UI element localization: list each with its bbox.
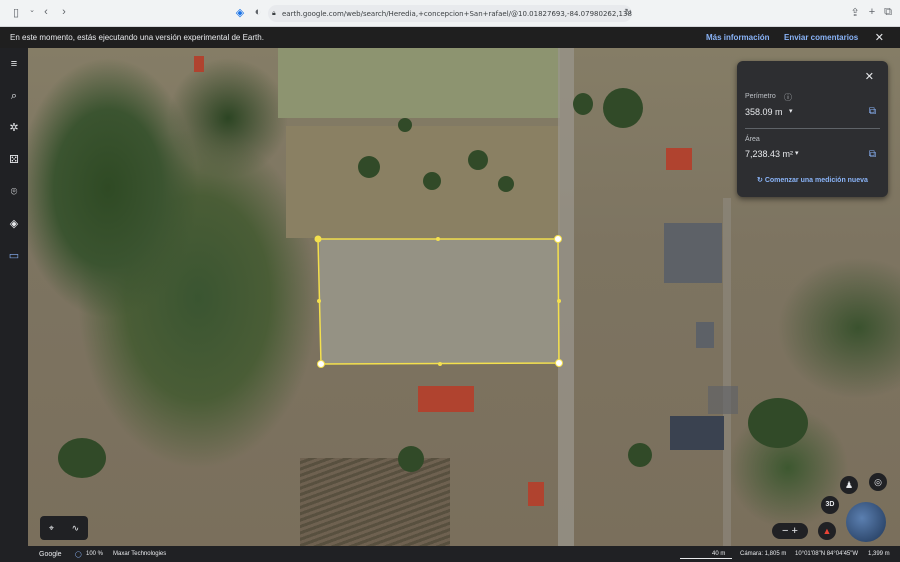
measure-icon[interactable]: ▭ [6, 248, 22, 264]
compass-icon[interactable]: ▲ [818, 522, 836, 540]
area-value: 7,238.43 m² [745, 149, 794, 159]
measurement-panel: ✕ Perímetro ⓘ 358.09 m ▾ ⧉ Área 7,238.43… [737, 61, 888, 197]
google-logo: Google [39, 550, 62, 558]
vertex-handle[interactable] [314, 235, 322, 243]
my-location-icon[interactable]: ◎ [869, 473, 887, 491]
notice-text: En este momento, estás ejecutando una ve… [10, 33, 264, 42]
projects-icon[interactable]: ⌾ [6, 184, 22, 200]
lock-icon: 🔒︎ [272, 9, 276, 17]
new-measurement-button[interactable]: ↻ Comenzar una medición nueva [757, 176, 868, 184]
zoom-controls[interactable]: − + [772, 523, 808, 539]
coordinates: 10°01'08"N 84°04'45"W [795, 551, 859, 557]
elevation: 1,399 m [868, 551, 890, 557]
vertex-handle[interactable] [555, 359, 563, 367]
send-feedback-link[interactable]: Enviar comentarios [784, 33, 858, 42]
place-marker-icon[interactable]: ⌖ [49, 523, 54, 534]
feeling-lucky-icon[interactable]: ⚄ [6, 152, 22, 168]
vertex-handle[interactable] [317, 360, 325, 368]
loading-icon: ◯ [75, 551, 82, 558]
reload-icon[interactable]: ↻ [620, 7, 636, 18]
forward-icon[interactable]: › [56, 6, 72, 18]
url-text: earth.google.com/web/search/Heredia,+con… [282, 9, 632, 18]
globe-icon[interactable] [846, 502, 886, 542]
midpoint-handle[interactable] [436, 237, 440, 241]
restart-icon: ↻ [757, 177, 765, 184]
unit-dropdown-icon[interactable]: ▾ [789, 107, 793, 115]
menu-icon[interactable]: ≡ [6, 56, 22, 72]
layers-icon[interactable]: ◈ [6, 216, 22, 232]
voyager-icon[interactable]: ✲ [6, 120, 22, 136]
vertex-handle[interactable] [554, 235, 562, 243]
experimental-notice-bar: En este momento, estás ejecutando una ve… [0, 27, 900, 48]
view-3d-button[interactable]: 3D [821, 496, 839, 514]
area-label: Área [745, 136, 760, 143]
scale-label: 40 m [712, 551, 726, 557]
privacy-icon[interactable]: ◐ [250, 6, 266, 18]
tabs-icon[interactable]: ⧉ [884, 6, 892, 19]
browser-toolbar: ▯ ⌄ ‹ › ◈ ◐ 🔒︎ earth.google.com/web/sear… [0, 0, 900, 27]
close-icon[interactable]: ✕ [875, 31, 884, 44]
close-icon[interactable]: ✕ [865, 70, 874, 83]
midpoint-handle[interactable] [557, 299, 561, 303]
midpoint-handle[interactable] [317, 299, 321, 303]
perimeter-value: 358.09 m [745, 107, 783, 117]
sidebar-toggle-icon[interactable]: ▯ [8, 6, 24, 19]
map-tools: ⌖ ∿ [40, 516, 88, 540]
camera-altitude: Cámara: 1,805 m [740, 551, 787, 557]
search-icon[interactable]: ⌕ [6, 88, 22, 104]
new-measurement-label: Comenzar una medición nueva [764, 177, 868, 184]
zoom-percent: 100 % [86, 551, 104, 557]
more-info-link[interactable]: Más información [706, 33, 770, 42]
divider [745, 128, 880, 129]
new-tab-icon[interactable]: + [869, 6, 875, 19]
midpoint-handle[interactable] [438, 362, 442, 366]
left-toolbar: ≡ ⌕ ✲ ⚄ ⌾ ◈ ▭ [0, 48, 28, 562]
perimeter-label: Perímetro [745, 93, 776, 100]
earth-favicon-icon: ◈ [235, 7, 245, 19]
share-icon[interactable]: ⇪ [850, 6, 859, 19]
pegman-icon[interactable]: ♟ [840, 476, 858, 494]
help-icon[interactable]: ⓘ [784, 92, 792, 103]
copy-icon[interactable]: ⧉ [869, 106, 876, 117]
back-icon[interactable]: ‹ [38, 6, 54, 18]
copy-icon[interactable]: ⧉ [869, 149, 876, 160]
unit-dropdown-icon[interactable]: ▾ [795, 149, 799, 157]
path-icon[interactable]: ∿ [72, 523, 80, 534]
imagery-attribution[interactable]: Maxar Technologies [113, 551, 166, 557]
address-bar[interactable]: 🔒︎ earth.google.com/web/search/Heredia,+… [268, 5, 632, 22]
status-bar: Google ◯ 100 % Maxar Technologies 40 m C… [28, 546, 900, 562]
